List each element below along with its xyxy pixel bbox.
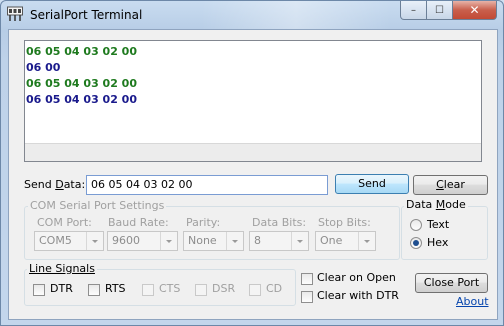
close-button[interactable]: ✕ (453, 1, 497, 20)
chevron-down-icon (291, 232, 308, 250)
client-area: 06 05 04 03 02 00 06 00 06 05 04 03 02 0… (8, 29, 498, 320)
parity-select[interactable]: None (183, 231, 244, 251)
terminal-output[interactable]: 06 05 04 03 02 00 06 00 06 05 04 03 02 0… (24, 40, 482, 162)
data-bits-select[interactable]: 8 (249, 231, 309, 251)
data-mode-group (401, 206, 488, 260)
clear-with-dtr-label[interactable]: Clear with DTR (317, 289, 399, 302)
parity-value: None (188, 234, 217, 247)
serial-port-app-icon (7, 6, 23, 21)
line-signals-title-text: Line Signals (29, 262, 95, 275)
dtr-label[interactable]: DTR (50, 282, 73, 295)
cd-label: CD (266, 282, 283, 295)
clear-button-label: lear (443, 178, 465, 191)
horizontal-scrollbar[interactable] (25, 143, 481, 161)
about-link[interactable]: About (456, 295, 489, 308)
send-data-label-accel: D (55, 178, 64, 191)
data-mode-title-suffix: ode (445, 198, 466, 211)
baud-rate-value: 9600 (112, 234, 140, 247)
app-window: SerialPort Terminal – ☐ ✕ 06 05 04 03 02… (0, 0, 504, 326)
dtr-checkbox[interactable] (33, 284, 45, 296)
dsr-checkbox (195, 284, 207, 296)
dsr-label: DSR (212, 282, 236, 295)
data-mode-title-prefix: Data (406, 198, 436, 211)
close-icon: ✕ (469, 3, 480, 17)
com-settings-title: COM Serial Port Settings (28, 199, 167, 212)
stop-bits-label: Stop Bits: (318, 216, 371, 229)
clear-with-dtr-checkbox[interactable] (301, 291, 313, 303)
send-button[interactable]: Send (335, 174, 409, 194)
terminal-line: 06 05 04 03 02 00 (26, 77, 137, 90)
rts-label[interactable]: RTS (105, 282, 126, 295)
data-mode-title: Data Mode (404, 198, 468, 211)
title-bar[interactable]: SerialPort Terminal – ☐ ✕ (1, 1, 503, 29)
chevron-down-icon (86, 232, 103, 250)
terminal-lines: 06 05 04 03 02 00 06 00 06 05 04 03 02 0… (25, 41, 481, 108)
hex-mode-label[interactable]: Hex (427, 236, 448, 249)
stop-bits-select[interactable]: One (315, 231, 376, 251)
clear-on-open-checkbox[interactable] (301, 273, 313, 285)
maximize-button[interactable]: ☐ (427, 1, 453, 20)
terminal-line: 06 05 04 03 02 00 (26, 93, 137, 106)
stop-bits-value: One (320, 234, 343, 247)
minimize-icon: – (411, 4, 416, 16)
chevron-down-icon (160, 232, 177, 250)
chevron-down-icon (358, 232, 375, 250)
baud-rate-label: Baud Rate: (108, 216, 169, 229)
com-port-select[interactable]: COM5 (34, 231, 104, 251)
cts-label: CTS (159, 282, 181, 295)
clear-on-open-label[interactable]: Clear on Open (317, 271, 396, 284)
hex-mode-radio[interactable] (410, 237, 422, 249)
com-port-label: COM Port: (37, 216, 92, 229)
cts-checkbox (142, 284, 154, 296)
chevron-down-icon (226, 232, 243, 250)
data-mode-title-accel: M (435, 198, 446, 211)
send-data-label-suffix: ata: (63, 178, 86, 191)
terminal-line: 06 00 (26, 61, 61, 74)
maximize-icon: ☐ (435, 4, 444, 16)
close-port-button[interactable]: Close Port (415, 273, 488, 293)
window-controls: – ☐ ✕ (400, 1, 497, 21)
line-signals-title: Line Signals (27, 262, 97, 275)
com-port-value: COM5 (39, 234, 72, 247)
send-data-input[interactable]: 06 05 04 03 02 00 (86, 175, 328, 195)
minimize-button[interactable]: – (400, 1, 427, 20)
text-mode-label[interactable]: Text (427, 218, 449, 231)
rts-checkbox[interactable] (88, 284, 100, 296)
send-data-label-prefix: Send (24, 178, 56, 191)
data-bits-label: Data Bits: (252, 216, 307, 229)
parity-label: Parity: (186, 216, 221, 229)
text-mode-radio[interactable] (410, 219, 422, 231)
clear-button-accel: C (436, 178, 444, 191)
cd-checkbox (249, 284, 261, 296)
clear-button[interactable]: Clear (413, 175, 488, 195)
terminal-line: 06 05 04 03 02 00 (26, 45, 137, 58)
window-title: SerialPort Terminal (30, 8, 143, 22)
send-data-label: Send Data: (24, 178, 85, 191)
data-bits-value: 8 (254, 234, 261, 247)
baud-rate-select[interactable]: 9600 (107, 231, 178, 251)
